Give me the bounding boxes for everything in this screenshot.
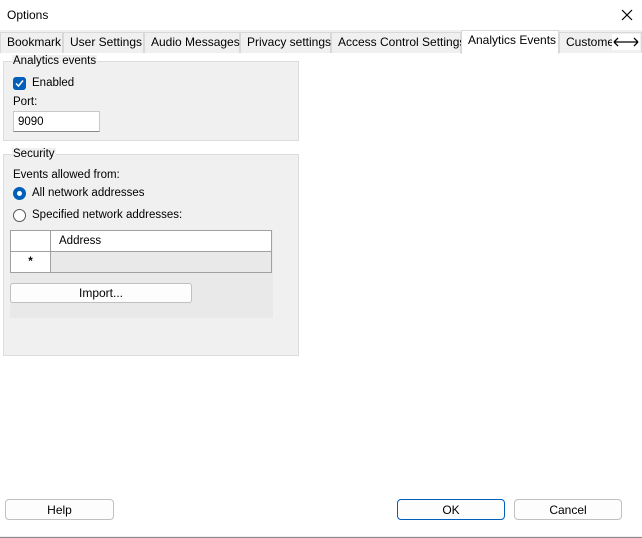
events-allowed-label: Events allowed from: xyxy=(13,169,120,181)
security-group: Security Events allowed from: All networ… xyxy=(3,148,299,356)
address-cell[interactable] xyxy=(50,251,272,273)
cancel-button[interactable]: Cancel xyxy=(514,499,622,520)
specified-network-addresses-label: Specified network addresses: xyxy=(32,209,183,221)
radio-specified-network-addresses[interactable] xyxy=(13,209,26,222)
tab-bookmark[interactable]: Bookmark xyxy=(0,32,63,53)
table-row: * xyxy=(10,251,272,273)
tab-privacy-settings[interactable]: Privacy settings xyxy=(240,32,331,53)
address-table: Address * xyxy=(10,230,272,273)
tab-analytics-events[interactable]: Analytics Events xyxy=(461,30,559,54)
security-group-title: Security xyxy=(12,148,56,161)
window-title: Options xyxy=(7,8,49,22)
all-network-addresses-label: All network addresses xyxy=(32,187,145,199)
enabled-label: Enabled xyxy=(32,77,75,89)
tab-access-control-settings[interactable]: Access Control Settings xyxy=(331,32,465,53)
checkmark-icon xyxy=(15,80,24,88)
analytics-events-group: Analytics events Enabled Port: xyxy=(3,55,299,141)
analytics-events-group-title: Analytics events xyxy=(12,55,98,68)
close-button[interactable] xyxy=(612,0,642,30)
tab-scroll-arrows[interactable] xyxy=(612,34,640,50)
row-header-corner xyxy=(10,230,51,252)
address-grid: Address * Import... xyxy=(10,230,273,318)
port-input[interactable] xyxy=(13,111,100,132)
tab-user-settings[interactable]: User Settings xyxy=(63,32,144,53)
port-label: Port: xyxy=(13,96,38,108)
tab-panel-analytics-events: Analytics events Enabled Port: Security … xyxy=(0,53,642,536)
left-right-arrow-icon xyxy=(613,37,639,47)
radio-all-network-addresses[interactable] xyxy=(13,187,26,200)
options-dialog: Options Bookmark User Settings Audio Mes… xyxy=(0,0,642,538)
tab-strip: Bookmark User Settings Audio Messages Pr… xyxy=(0,30,642,54)
enabled-checkbox[interactable] xyxy=(13,77,26,90)
close-icon xyxy=(621,9,633,21)
table-header-row: Address xyxy=(10,230,272,252)
import-button[interactable]: Import... xyxy=(10,283,192,303)
ok-button[interactable]: OK xyxy=(397,499,505,520)
new-row-marker: * xyxy=(10,251,51,273)
address-column-header[interactable]: Address xyxy=(50,230,272,252)
title-bar: Options xyxy=(0,0,642,30)
help-button[interactable]: Help xyxy=(5,499,114,520)
tab-audio-messages[interactable]: Audio Messages xyxy=(144,32,240,53)
